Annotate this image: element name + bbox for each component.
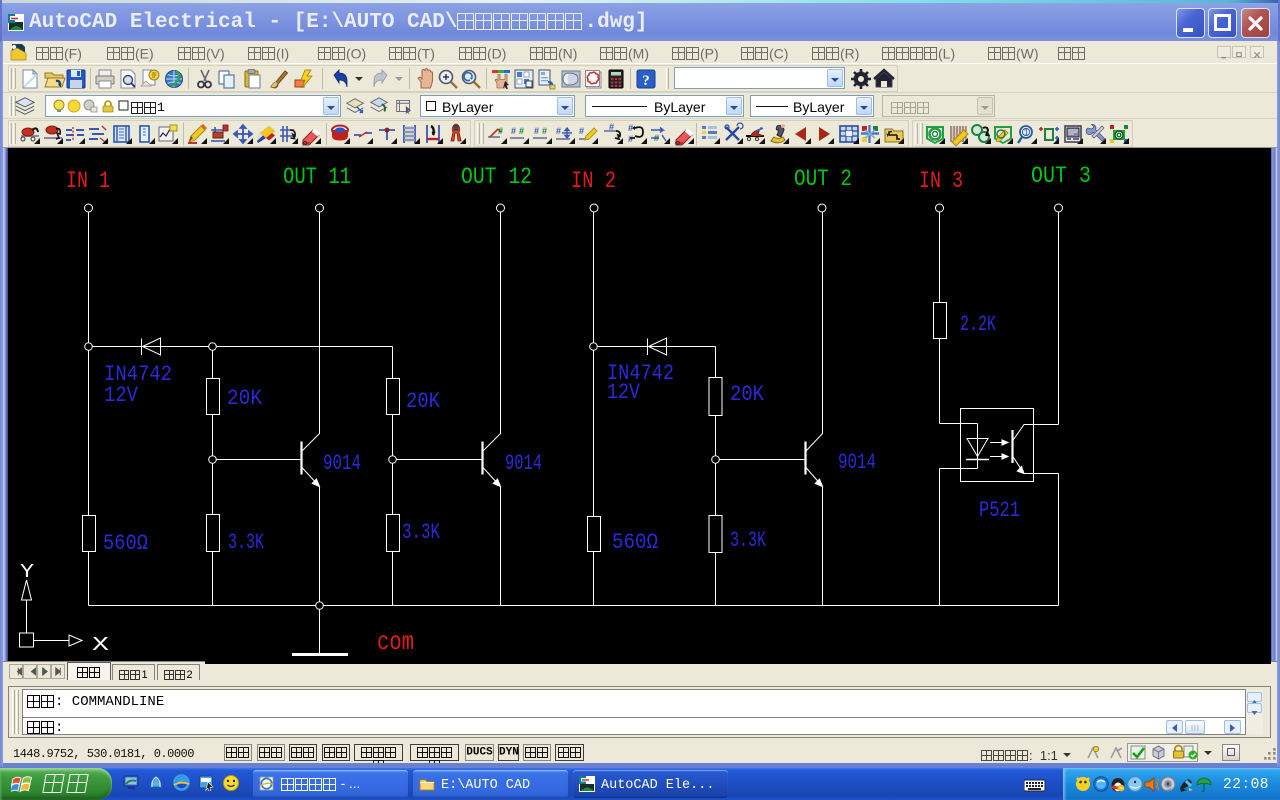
svg-text:560Ω: 560Ω (612, 530, 658, 555)
svg-text:OUT 2: OUT 2 (794, 166, 852, 192)
svg-text:3.3K: 3.3K (402, 520, 441, 545)
svg-text:IN 1: IN 1 (66, 168, 110, 194)
svg-text:OUT 3: OUT 3 (1031, 163, 1091, 189)
svg-text:3.3K: 3.3K (228, 530, 265, 555)
svg-text:20K: 20K (227, 386, 263, 411)
svg-text:560Ω: 560Ω (103, 531, 148, 556)
svg-text:IN 3: IN 3 (919, 168, 963, 194)
svg-text:P521: P521 (979, 498, 1020, 523)
svg-text:20K: 20K (730, 382, 765, 407)
svg-text:20K: 20K (406, 389, 441, 414)
svg-text:3.3K: 3.3K (730, 528, 767, 553)
svg-text:OUT 11: OUT 11 (283, 164, 351, 190)
svg-text:OUT 12: OUT 12 (461, 164, 532, 190)
svg-text:IN 2: IN 2 (571, 168, 616, 194)
svg-text:2.2K: 2.2K (960, 312, 997, 337)
svg-text:9014: 9014 (323, 451, 361, 476)
svg-text:Y: Y (20, 561, 35, 583)
svg-text:com: com (377, 627, 414, 657)
svg-text:9014: 9014 (838, 450, 876, 475)
svg-text:X: X (92, 634, 110, 656)
svg-text:12V: 12V (104, 383, 139, 408)
svg-text:9014: 9014 (505, 451, 542, 476)
svg-text:12V: 12V (607, 380, 641, 405)
